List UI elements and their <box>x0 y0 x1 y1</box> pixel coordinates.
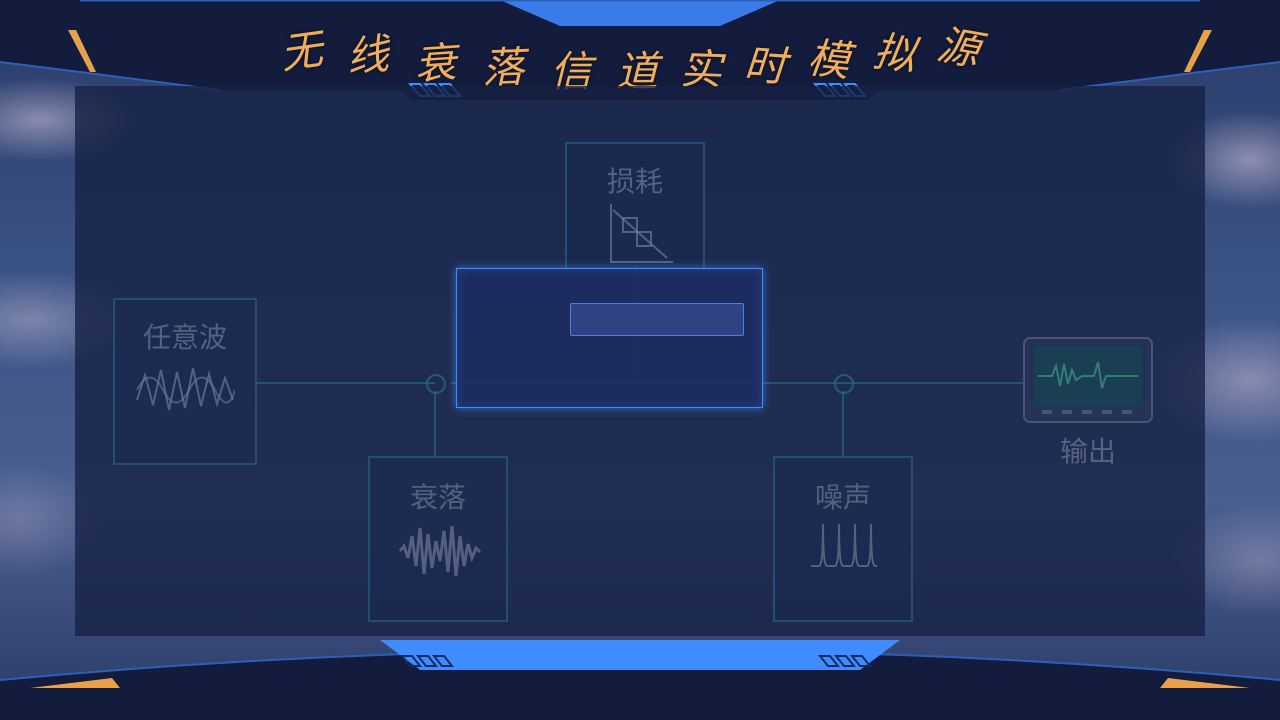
title-char: 源 <box>933 19 984 76</box>
dialog-text-input[interactable] <box>570 303 744 336</box>
title-char: 拟 <box>870 26 919 81</box>
block-label: 噪声 <box>814 481 871 514</box>
fading-wave-icon <box>398 525 482 577</box>
oscilloscope-icon <box>1023 337 1153 423</box>
junction-node <box>426 374 446 394</box>
connector-line <box>255 382 435 384</box>
arbitrary-wave-icon <box>136 367 235 411</box>
loss-block[interactable]: 损耗 <box>565 142 705 274</box>
connector-line <box>434 391 436 456</box>
output-block[interactable]: 输出 <box>1022 336 1154 468</box>
page-title: 无 线 衰 落 信 道 实 时 模 拟 源 <box>277 8 1000 96</box>
title-char: 衰 <box>412 37 458 90</box>
block-label: 任意波 <box>142 321 227 354</box>
input-dialog <box>456 268 763 408</box>
noise-pulse-icon <box>811 523 877 567</box>
title-char: 时 <box>742 39 788 92</box>
loss-curve-icon <box>610 204 673 263</box>
title-char: 无 <box>277 24 326 79</box>
connector-line <box>842 391 844 456</box>
footer-frame <box>0 640 1280 720</box>
fading-block[interactable]: 衰落 <box>368 456 508 622</box>
title-char: 模 <box>805 32 853 87</box>
title-char: 线 <box>343 28 391 83</box>
arbitrary-wave-block[interactable]: 任意波 <box>113 298 257 465</box>
block-label: 输出 <box>1059 435 1116 468</box>
junction-node <box>834 374 854 394</box>
noise-block[interactable]: 噪声 <box>773 456 913 622</box>
block-label: 衰落 <box>409 481 466 514</box>
block-label: 损耗 <box>606 165 663 198</box>
